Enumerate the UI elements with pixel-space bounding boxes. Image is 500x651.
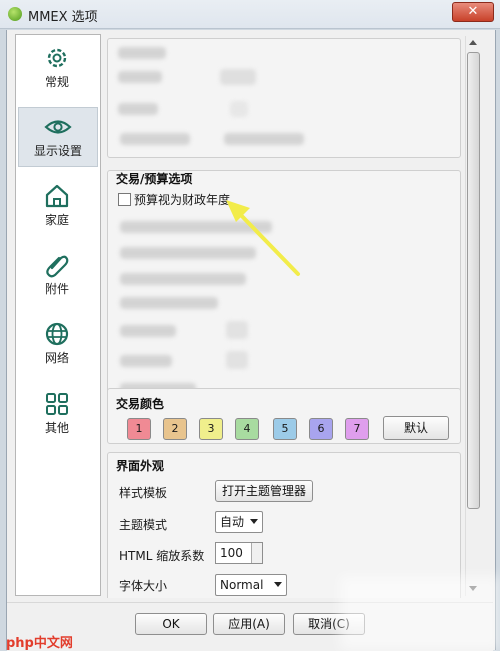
font-size-value: Normal [220, 578, 264, 592]
color-button-3[interactable]: 3 [199, 418, 223, 440]
group-title: 交易颜色 [116, 397, 165, 411]
sidebar-item-attachments[interactable]: 附件 [18, 246, 96, 304]
paperclip-icon [46, 255, 69, 278]
settings-content: 交易/预算选项 预算视为财政年度 交易颜色 1 2 3 4 5 6 7 默认 界… [107, 36, 467, 598]
color-button-7[interactable]: 7 [345, 418, 369, 440]
chevron-down-icon [250, 519, 258, 524]
open-theme-manager-button[interactable]: 打开主题管理器 [215, 480, 313, 502]
theme-mode-value: 自动 [220, 515, 245, 529]
sidebar-item-label: 其他 [44, 421, 69, 435]
sidebar-item-network[interactable]: 网络 [18, 315, 96, 373]
globe-icon [45, 322, 69, 346]
transaction-budget-group: 交易/预算选项 预算视为财政年度 [107, 170, 461, 408]
font-size-select[interactable]: Normal [215, 574, 287, 596]
content-scrollbar[interactable] [465, 36, 480, 596]
sidebar-item-label: 常规 [44, 75, 69, 89]
color-button-2[interactable]: 2 [163, 418, 187, 440]
eye-icon [44, 120, 72, 134]
ok-button[interactable]: OK [135, 613, 207, 635]
color-button-5[interactable]: 5 [273, 418, 297, 440]
sidebar: 常规 显示设置 家庭 附件 网络 其他 [15, 34, 101, 596]
theme-mode-label: 主题模式 [119, 518, 168, 532]
gear-icon [47, 48, 67, 68]
close-button[interactable]: ✕ [452, 2, 494, 22]
scroll-up-icon[interactable] [469, 40, 477, 45]
fiscal-year-label: 预算视为财政年度 [134, 193, 231, 207]
style-template-label: 样式模板 [119, 486, 168, 500]
scroll-thumb[interactable] [467, 52, 480, 509]
sidebar-item-other[interactable]: 其他 [18, 385, 96, 443]
options-window: 常规 显示设置 家庭 附件 网络 其他 交易/预算选项 预算视为财政年度 交易颜… [6, 30, 496, 651]
home-icon [45, 184, 69, 208]
sidebar-item-label: 附件 [44, 282, 69, 296]
window-title: MMEX 选项 [28, 10, 98, 25]
html-zoom-label: HTML 缩放系数 [119, 549, 205, 563]
font-size-label: 字体大小 [119, 579, 168, 593]
theme-mode-select[interactable]: 自动 [215, 511, 263, 533]
sidebar-item-label: 显示设置 [33, 144, 82, 158]
grid-icon [46, 393, 68, 415]
sidebar-item-label: 家庭 [44, 213, 69, 227]
app-logo-icon [8, 7, 22, 21]
group-title: 交易/预算选项 [116, 172, 193, 186]
spin-down-icon[interactable] [251, 553, 262, 563]
sidebar-item-home[interactable]: 家庭 [18, 177, 96, 235]
default-colors-button[interactable]: 默认 [383, 416, 449, 440]
blurred-settings-group [107, 38, 461, 158]
title-bar: MMEX 选项 ✕ [0, 0, 500, 29]
sidebar-item-general[interactable]: 常规 [18, 39, 96, 97]
watermark-overlay [340, 576, 500, 650]
color-button-1[interactable]: 1 [127, 418, 151, 440]
apply-button[interactable]: 应用(A) [213, 613, 285, 635]
group-title: 界面外观 [116, 459, 165, 473]
watermark-logo: php中文网 [6, 636, 73, 651]
sidebar-item-label: 网络 [44, 351, 69, 365]
sidebar-item-display[interactable]: 显示设置 [18, 107, 98, 167]
color-button-6[interactable]: 6 [309, 418, 333, 440]
html-zoom-value: 100 [220, 546, 243, 560]
html-zoom-spinner[interactable]: 100 [215, 542, 263, 564]
fiscal-year-checkbox[interactable] [118, 193, 131, 206]
chevron-down-icon [274, 582, 282, 587]
color-button-4[interactable]: 4 [235, 418, 259, 440]
